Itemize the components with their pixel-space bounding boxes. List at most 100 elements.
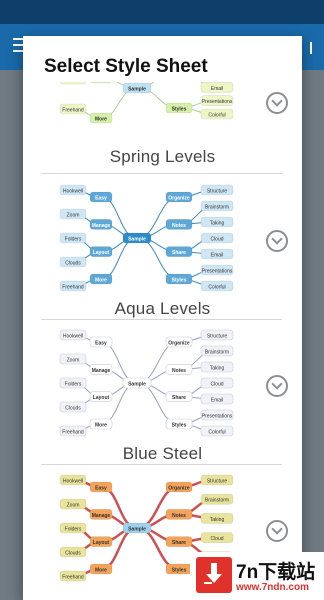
- svg-text:Email: Email: [211, 253, 224, 259]
- mindmap-node: More: [89, 112, 113, 124]
- svg-text:Clouds: Clouds: [65, 261, 81, 267]
- svg-text:Zoom: Zoom: [67, 503, 80, 509]
- svg-text:Presentations: Presentations: [202, 99, 233, 105]
- status-bar: [0, 0, 324, 24]
- svg-text:Cloud: Cloud: [210, 382, 223, 388]
- mindmap-node: Easy: [89, 336, 113, 348]
- expand-chevron-icon[interactable]: [266, 92, 288, 114]
- mindmap-leaf: Email: [200, 82, 234, 93]
- expand-chevron-icon[interactable]: [266, 230, 288, 252]
- svg-text:Share: Share: [172, 250, 186, 256]
- svg-text:Brainstorm: Brainstorm: [205, 350, 229, 356]
- svg-text:Easy: Easy: [95, 486, 107, 492]
- expand-chevron-icon[interactable]: [266, 520, 288, 542]
- mindmap-leaf: Clouds: [59, 82, 87, 85]
- mindmap-node: More: [89, 563, 113, 575]
- svg-text:Structure: Structure: [207, 334, 228, 340]
- site-watermark: 7n下载站 www.7ndn.com: [190, 552, 324, 600]
- mindmap-node: Notes: [165, 509, 193, 520]
- svg-text:Clouds: Clouds: [65, 406, 81, 412]
- mindmap-node: More: [89, 273, 113, 285]
- svg-text:Layout: Layout: [93, 82, 110, 83]
- svg-text:Colorful: Colorful: [208, 430, 225, 436]
- mindmap-leaf: Cloud: [200, 377, 234, 389]
- mindmap-node: Organize: [165, 336, 193, 348]
- mindmap-center-node: Sample: [122, 522, 152, 534]
- svg-text:Hookwell: Hookwell: [63, 189, 83, 195]
- mindmap-leaf: Brainstorm: [200, 200, 234, 212]
- mindmap-node: Share: [165, 536, 193, 547]
- svg-text:Organize: Organize: [168, 486, 190, 492]
- mindmap-leaf: Zoom: [59, 208, 87, 220]
- svg-text:Email: Email: [211, 86, 224, 92]
- mindmap-leaf: Hookwell: [59, 474, 87, 486]
- mindmap-leaf: Clouds: [59, 256, 87, 268]
- mindmap-leaf: Colorful: [200, 425, 234, 437]
- mindmap-edge: [136, 341, 180, 384]
- svg-text:Freehand: Freehand: [62, 430, 84, 436]
- dialog-title: Select Style Sheet: [44, 56, 208, 77]
- svg-text:Notes: Notes: [172, 513, 186, 519]
- svg-text:Structure: Structure: [207, 479, 228, 485]
- svg-text:Colorful: Colorful: [208, 113, 225, 119]
- svg-text:More: More: [95, 278, 107, 284]
- svg-text:Styles: Styles: [172, 568, 187, 574]
- mindmap-node: Organize: [165, 191, 193, 203]
- svg-text:Sample: Sample: [128, 382, 146, 388]
- mindmap-center-node: Sample: [122, 232, 152, 244]
- svg-text:Manage: Manage: [92, 368, 111, 374]
- mindmap-node: Manage: [89, 364, 113, 375]
- mindmap-leaf: Hookwell: [59, 184, 87, 196]
- expand-chevron-icon[interactable]: [266, 375, 288, 397]
- style-sheet-item[interactable]: Hookwell Zoom Folders Clouds Freehand Structu…: [23, 176, 302, 321]
- svg-text:More: More: [95, 423, 107, 429]
- svg-text:Freehand: Freehand: [62, 108, 84, 114]
- mindmap-node: Layout: [89, 391, 113, 402]
- svg-text:Styles: Styles: [172, 107, 187, 113]
- mindmap-leaf: Freehand: [59, 103, 87, 115]
- svg-text:Hookwell: Hookwell: [63, 479, 83, 485]
- mindmap-leaf: Cloud: [200, 532, 234, 543]
- style-sheet-list[interactable]: Clouds Freehand Cloud Email Presentations Col…: [23, 82, 302, 600]
- style-sheet-item[interactable]: Hookwell Zoom Folders Clouds Freehand Structu…: [23, 321, 302, 466]
- mindmap-leaf: Folders: [59, 377, 87, 389]
- style-sheet-item[interactable]: CloudsFreehandCloudEmailPresentationsCol…: [23, 82, 302, 176]
- mindmap-node: Styles: [165, 418, 193, 430]
- mindmap-leaf: Hookwell: [59, 329, 87, 341]
- svg-text:Easy: Easy: [95, 341, 107, 347]
- mindmap-leaf: Taking: [200, 216, 234, 228]
- overflow-icon[interactable]: [310, 42, 318, 54]
- mindmap-leaf: Freehand: [59, 570, 87, 582]
- mindmap-node: Notes: [165, 219, 193, 230]
- mindmap-node: Layout: [90, 82, 112, 84]
- mindmap-edge: [100, 341, 138, 384]
- svg-text:Presentations: Presentations: [202, 414, 233, 420]
- style-sheet-dialog: Select Style Sheet Clouds Freehand Cloud Em…: [23, 36, 302, 600]
- svg-text:Sample: Sample: [128, 237, 146, 243]
- mindmap-node: Layout: [89, 246, 113, 257]
- mindmap-leaf: Folders: [59, 232, 87, 244]
- svg-text:Zoom: Zoom: [67, 358, 80, 364]
- svg-text:Hookwell: Hookwell: [63, 334, 83, 340]
- mindmap-leaf: Colorful: [200, 280, 234, 292]
- mindmap-node: Share: [165, 246, 193, 257]
- svg-text:Presentations: Presentations: [202, 269, 233, 275]
- svg-text:More: More: [95, 117, 107, 123]
- svg-text:More: More: [95, 568, 107, 574]
- mindmap-leaf: Brainstorm: [200, 345, 234, 357]
- mindmap-preview: Hookwell Zoom Folders Clouds Freehand Structu…: [59, 184, 234, 292]
- svg-text:Folders: Folders: [65, 382, 82, 388]
- divider: [41, 173, 282, 174]
- svg-text:Freehand: Freehand: [62, 575, 84, 581]
- svg-text:Cloud: Cloud: [210, 536, 223, 542]
- svg-text:Manage: Manage: [92, 223, 111, 229]
- svg-text:Manage: Manage: [92, 513, 111, 519]
- svg-text:Zoom: Zoom: [67, 213, 80, 219]
- mindmap-leaf: Structure: [200, 474, 234, 486]
- svg-text:Taking: Taking: [210, 221, 225, 227]
- mindmap-leaf: Structure: [200, 184, 234, 196]
- svg-text:Clouds: Clouds: [65, 82, 81, 84]
- svg-text:Layout: Layout: [93, 395, 110, 401]
- divider: [41, 464, 282, 465]
- svg-text:Sample: Sample: [128, 87, 146, 93]
